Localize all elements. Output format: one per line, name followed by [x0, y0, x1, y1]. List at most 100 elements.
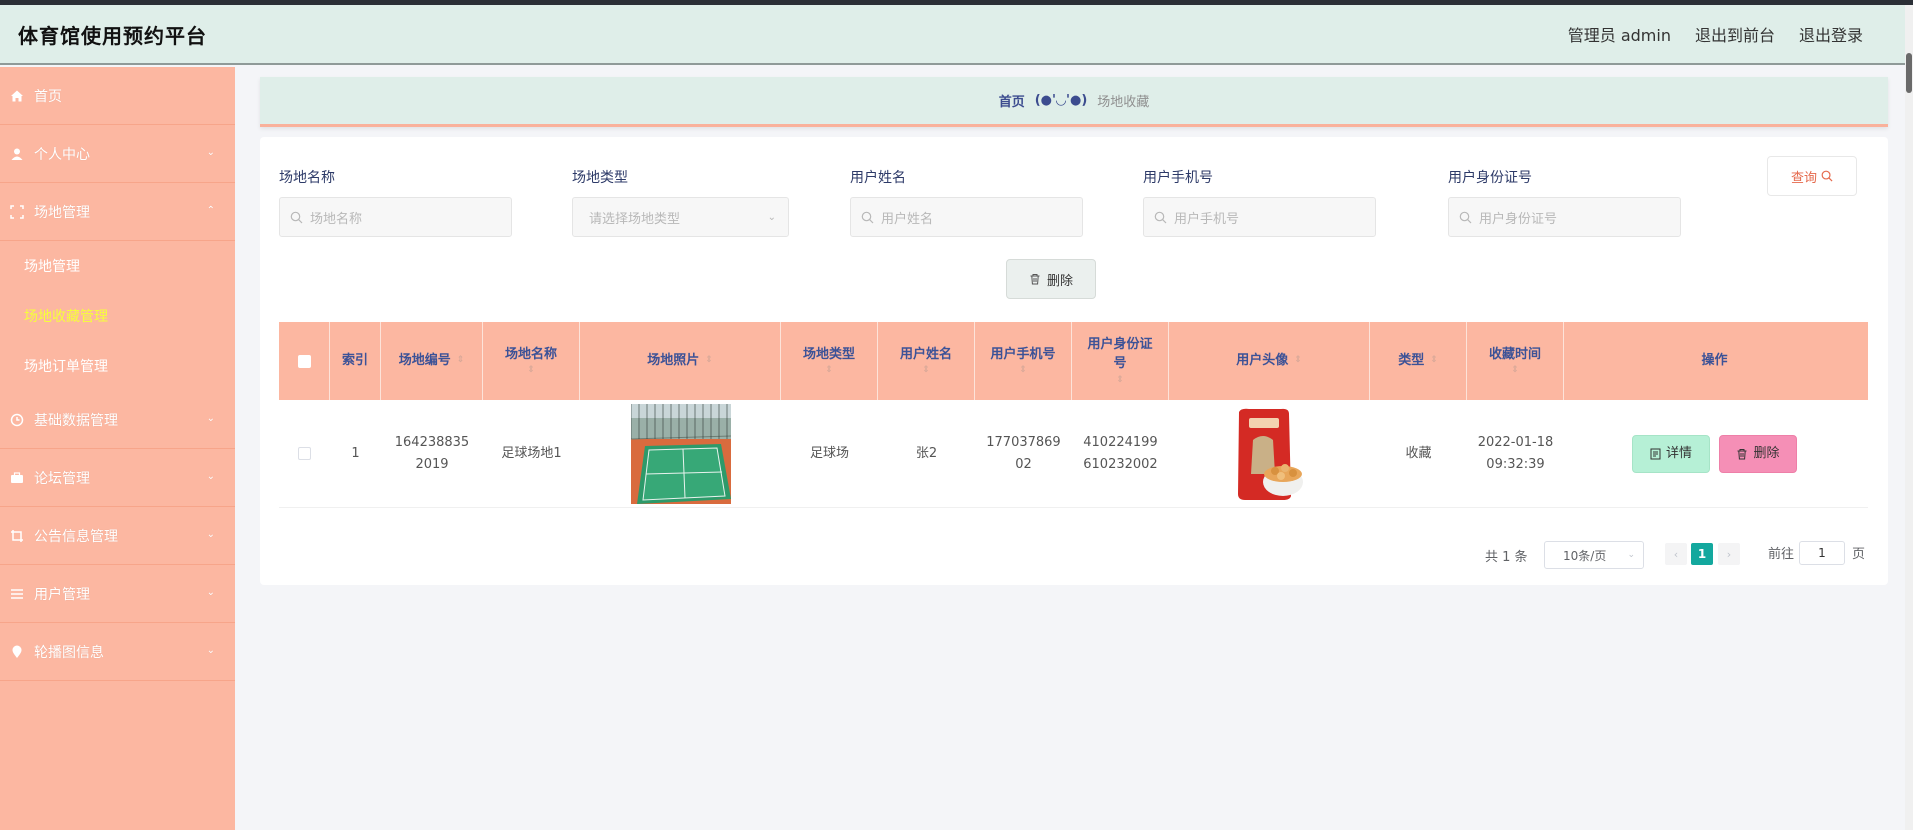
exit-to-front-link[interactable]: 退出到前台 — [1695, 22, 1775, 46]
column-header-label: 索引 — [341, 353, 368, 369]
sidebar-item-label: 个人中心 — [34, 146, 90, 163]
column-header-type[interactable]: 类型 ⇕ — [1370, 322, 1467, 400]
column-header-label: 场地类型 — [802, 346, 855, 362]
user-name-input[interactable]: 用户姓名 — [850, 197, 1083, 237]
cell-venue-code: 1642388352019 — [394, 435, 470, 472]
column-header-label: 用户头像 — [1236, 353, 1289, 369]
user-phone-label: 用户手机号 — [1143, 170, 1213, 186]
sort-icon[interactable]: ⇕ — [705, 354, 713, 368]
search-icon — [1821, 170, 1833, 182]
chevron-down-icon: ⌄ — [206, 645, 215, 656]
column-header-venue-photo[interactable]: 场地照片 ⇕ — [580, 322, 781, 400]
sidebar-item-label: 首页 — [34, 88, 62, 105]
sort-icon[interactable]: ⇕ — [457, 354, 465, 368]
search-icon — [290, 211, 303, 223]
page-number-current[interactable]: 1 — [1691, 543, 1713, 565]
venue-type-select[interactable]: 请选择场地类型 ⌄ — [572, 197, 789, 237]
search-button-label: 查询 — [1790, 170, 1817, 186]
chevron-down-icon: ⌄ — [206, 413, 215, 424]
column-header-label: 场地名称 — [504, 346, 557, 362]
select-all-checkbox[interactable] — [297, 354, 311, 368]
sidebar-item-label: 轮播图信息 — [34, 644, 104, 661]
column-header-venue-type[interactable]: 场地类型 ⇕ — [781, 322, 878, 400]
sidebar-item-base-data[interactable]: 基础数据管理 ⌄ — [0, 391, 235, 449]
venue-name-label: 场地名称 — [279, 170, 335, 186]
table-header: 索引 场地编号 ⇕ 场地名称 ⇕ 场地照片 ⇕ 场地类型 ⇕ 用户姓名 ⇕ 用户手机号 ⇕ … — [279, 322, 1868, 400]
select-all-cell[interactable] — [279, 322, 330, 400]
column-header-venue-code[interactable]: 场地编号 ⇕ — [381, 322, 483, 400]
sort-icon[interactable]: ⇕ — [1511, 364, 1519, 378]
column-header-venue-name[interactable]: 场地名称 ⇕ — [483, 322, 580, 400]
venue-name-input[interactable]: 场地名称 — [279, 197, 512, 237]
goto-page-input[interactable]: 1 — [1799, 541, 1845, 565]
sort-icon[interactable]: ⇕ — [825, 364, 833, 378]
goto-label: 前往 — [1768, 547, 1795, 562]
sidebar-item-notice[interactable]: 公告信息管理 ⌄ — [0, 507, 235, 565]
chevron-up-icon: ⌃ — [206, 205, 215, 216]
venue-submenu: 场地管理 场地收藏管理 场地订单管理 — [0, 241, 235, 391]
submenu-item-venue-manage[interactable]: 场地管理 — [0, 241, 235, 291]
breadcrumb: 首页 (●'◡'●) 场地收藏 — [260, 77, 1888, 127]
row-delete-label: 删除 — [1753, 445, 1780, 461]
header-actions: 管理员 admin 退出到前台 退出登录 — [1568, 22, 1863, 46]
user-id-input[interactable]: 用户身份证号 — [1448, 197, 1681, 237]
sort-icon[interactable]: ⇕ — [1116, 374, 1124, 388]
search-icon — [1154, 211, 1167, 223]
sidebar-item-label: 基础数据管理 — [34, 412, 118, 429]
detail-button[interactable]: 详情 — [1632, 434, 1710, 473]
venue-name-placeholder: 场地名称 — [310, 211, 363, 227]
chevron-down-icon: ⌄ — [206, 529, 215, 540]
column-header-user-name[interactable]: 用户姓名 ⇕ — [878, 322, 975, 400]
forum-icon — [10, 471, 24, 485]
venue-photo-image[interactable] — [630, 403, 731, 504]
column-header-actions: 操作 — [1564, 322, 1865, 400]
row-select-cell[interactable] — [279, 400, 330, 507]
sidebar-item-venue[interactable]: 场地管理 ⌃ — [0, 183, 235, 241]
sort-icon[interactable]: ⇕ — [1430, 354, 1438, 368]
column-header-label: 操作 — [1701, 353, 1728, 369]
breadcrumb-home[interactable]: 首页 — [999, 91, 1025, 110]
submenu-item-venue-favorites[interactable]: 场地收藏管理 — [0, 291, 235, 341]
breadcrumb-separator: (●'◡'●) — [1034, 93, 1088, 108]
page-scrollbar[interactable] — [1905, 5, 1913, 830]
row-delete-button[interactable]: 删除 — [1719, 434, 1797, 473]
search-icon — [861, 211, 874, 223]
admin-user-label: 管理员 admin — [1567, 26, 1671, 45]
logout-link[interactable]: 退出登录 — [1799, 22, 1863, 46]
sort-icon[interactable]: ⇕ — [922, 364, 930, 378]
page-size-value: 10条/页 — [1563, 548, 1607, 563]
row-checkbox[interactable] — [298, 447, 311, 460]
sidebar-item-users[interactable]: 用户管理 ⌄ — [0, 565, 235, 623]
user-avatar-image[interactable] — [1234, 403, 1305, 504]
column-header-label: 场地照片 — [647, 353, 700, 369]
column-header-user-phone[interactable]: 用户手机号 ⇕ — [975, 322, 1072, 400]
column-header-user-id[interactable]: 用户身份证号 ⇕ — [1072, 322, 1169, 400]
list-icon — [10, 587, 24, 601]
bulk-delete-button[interactable]: 删除 — [1006, 259, 1096, 299]
prev-page-button[interactable]: ‹ — [1665, 543, 1687, 565]
app-title: 体育馆使用预约平台 — [18, 23, 207, 48]
next-page-button[interactable]: › — [1718, 543, 1740, 565]
column-header-user-avatar[interactable]: 用户头像 ⇕ — [1169, 322, 1370, 400]
sidebar-item-forum[interactable]: 论坛管理 ⌄ — [0, 449, 235, 507]
chevron-down-icon: ⌄ — [206, 147, 215, 158]
document-icon — [1650, 448, 1661, 459]
sort-icon[interactable]: ⇕ — [1019, 364, 1027, 378]
cell-user-avatar — [1169, 400, 1370, 507]
user-phone-input[interactable]: 用户手机号 — [1143, 197, 1376, 237]
search-button[interactable]: 查询 — [1767, 156, 1857, 196]
sidebar-item-profile[interactable]: 个人中心 ⌄ — [0, 125, 235, 183]
page-size-select[interactable]: 10条/页 ⌄ — [1544, 541, 1644, 569]
column-header-fav-time[interactable]: 收藏时间 ⇕ — [1467, 322, 1564, 400]
column-header-label: 场地编号 — [398, 353, 451, 369]
submenu-item-venue-orders[interactable]: 场地订单管理 — [0, 341, 235, 391]
column-header-label: 用户身份证号 — [1087, 336, 1153, 372]
cell-venue-name: 足球场地1 — [501, 445, 562, 461]
sidebar-item-carousel[interactable]: 轮播图信息 ⌄ — [0, 623, 235, 681]
sidebar-item-home[interactable]: 首页 — [0, 67, 235, 125]
scrollbar-thumb[interactable] — [1906, 53, 1912, 93]
user-name-label: 用户姓名 — [850, 170, 906, 186]
search-icon — [1459, 211, 1472, 223]
sort-icon[interactable]: ⇕ — [1294, 354, 1302, 368]
sort-icon[interactable]: ⇕ — [527, 364, 535, 378]
